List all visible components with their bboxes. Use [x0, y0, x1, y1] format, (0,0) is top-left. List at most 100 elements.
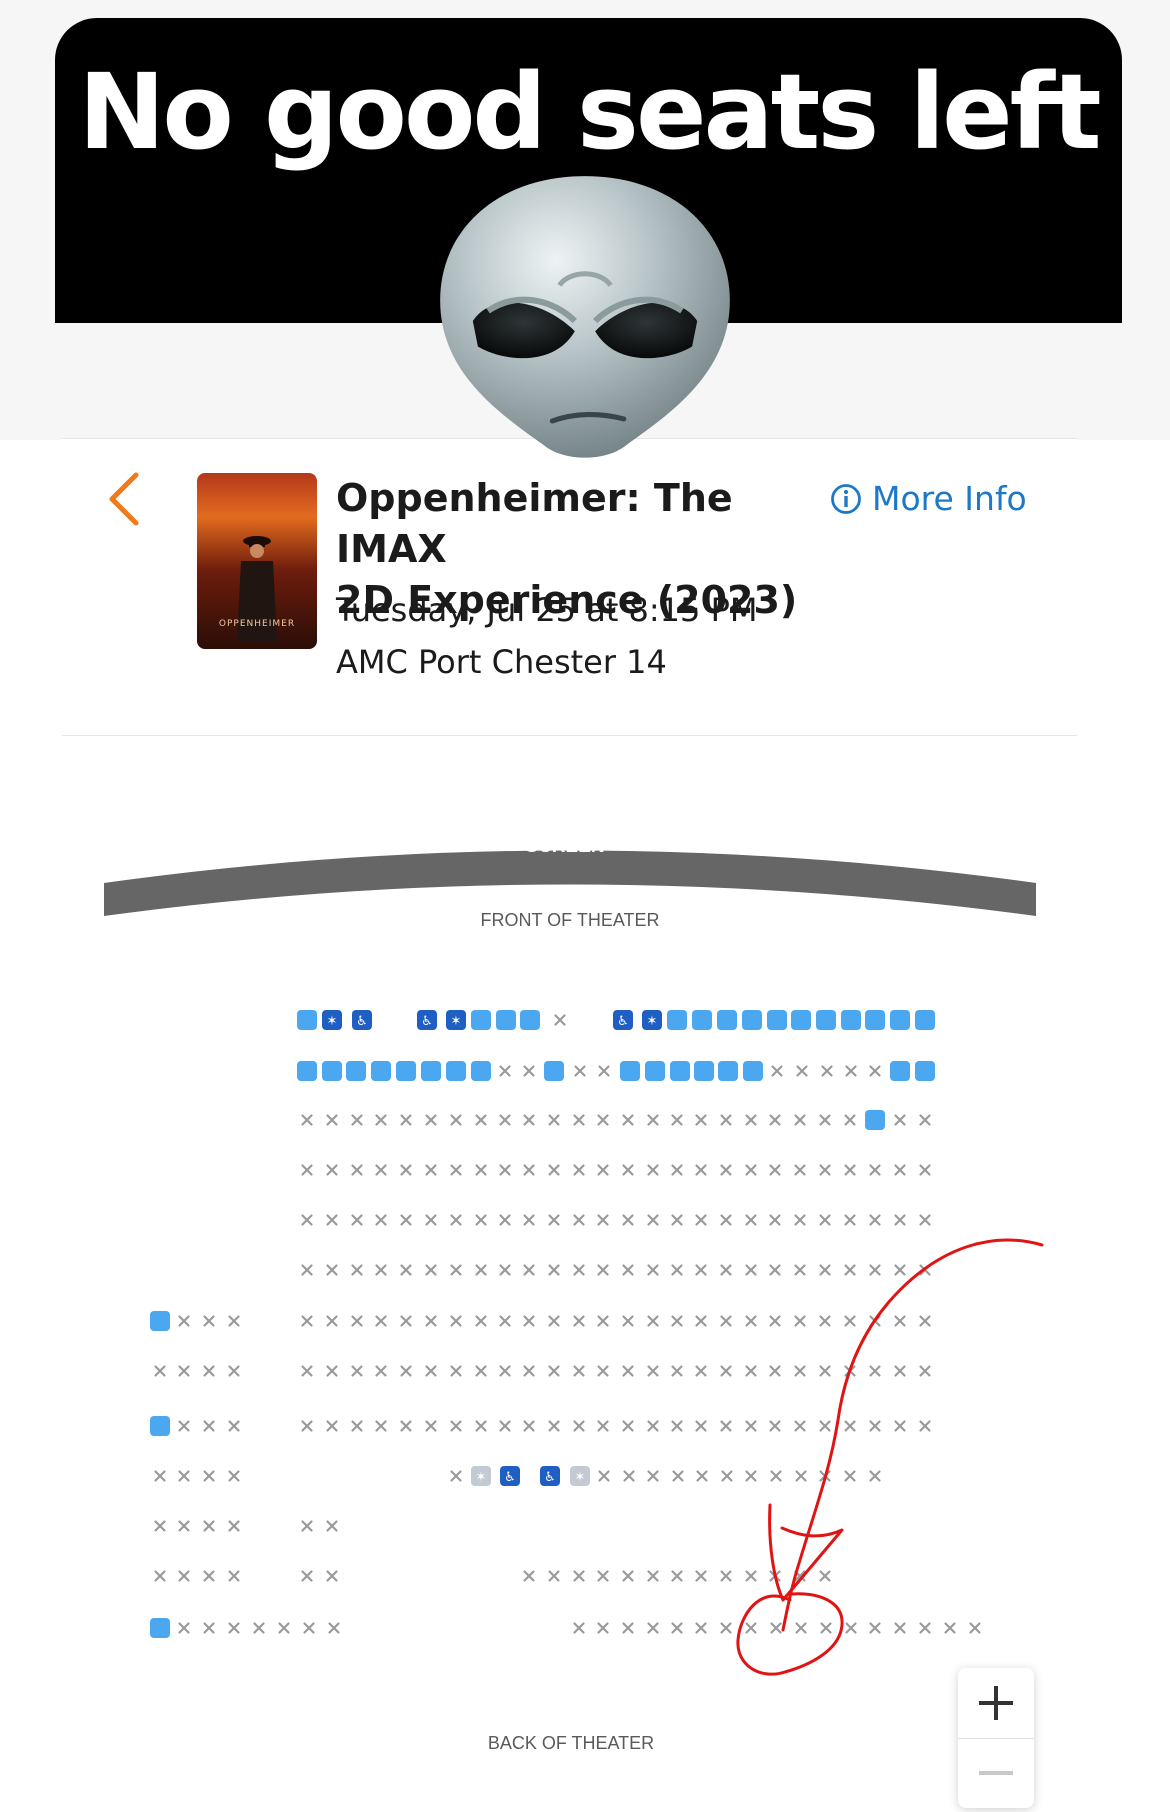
zoom-out-button[interactable]	[958, 1738, 1034, 1808]
seat-taken-icon	[869, 1420, 881, 1432]
seat-taken-icon	[400, 1164, 412, 1176]
seat-available[interactable]	[692, 1010, 712, 1030]
companion-icon: ✶	[476, 1470, 487, 1485]
seat-available[interactable]	[421, 1061, 441, 1081]
seat-available[interactable]	[396, 1061, 416, 1081]
seat-taken-icon	[622, 1164, 634, 1176]
seat-available[interactable]	[346, 1061, 366, 1081]
seat-taken-icon	[647, 1365, 659, 1377]
seat-available[interactable]	[544, 1061, 564, 1081]
seat-taken-icon	[301, 1570, 313, 1582]
seat-available[interactable]	[322, 1061, 342, 1081]
seat-taken-icon	[845, 1622, 857, 1634]
seat-taken-icon	[671, 1264, 683, 1276]
seat-taken-icon	[326, 1315, 338, 1327]
seat-available[interactable]	[150, 1618, 170, 1638]
seat-taken-icon	[597, 1264, 609, 1276]
seat-taken-icon	[671, 1570, 683, 1582]
seat-taken-icon	[672, 1470, 684, 1482]
seat-taken-icon	[326, 1114, 338, 1126]
seat-available[interactable]	[446, 1061, 466, 1081]
seat-taken-icon	[769, 1570, 781, 1582]
seat-available[interactable]	[915, 1010, 935, 1030]
seat-available[interactable]	[890, 1010, 910, 1030]
seat-available[interactable]	[718, 1061, 738, 1081]
seat-taken-icon	[671, 1114, 683, 1126]
seat-row	[301, 1110, 931, 1130]
seat-available[interactable]	[841, 1010, 861, 1030]
seat-taken-icon	[919, 1420, 931, 1432]
seat-available[interactable]	[717, 1010, 737, 1030]
seat-taken-icon	[573, 1114, 585, 1126]
seat-taken-icon	[720, 1365, 732, 1377]
seat-taken-icon	[745, 1470, 757, 1482]
seat-available[interactable]	[520, 1010, 540, 1030]
seat-available[interactable]	[297, 1061, 317, 1081]
seat-taken-icon	[622, 1315, 634, 1327]
seat-taken-icon	[623, 1470, 635, 1482]
seat-taken-icon	[695, 1164, 707, 1176]
seat-taken-icon	[523, 1365, 535, 1377]
seat-taken-icon	[745, 1214, 757, 1226]
seat-taken-icon	[450, 1420, 462, 1432]
seat-taken-icon	[178, 1365, 190, 1377]
seat-taken-icon	[597, 1420, 609, 1432]
seat-available[interactable]	[865, 1110, 885, 1130]
seat-available[interactable]	[620, 1061, 640, 1081]
seat-taken-icon	[178, 1622, 190, 1634]
seat-available[interactable]	[670, 1061, 690, 1081]
seat-available[interactable]	[297, 1010, 317, 1030]
seat-available[interactable]	[915, 1061, 935, 1081]
seat-taken-icon	[178, 1520, 190, 1532]
seat-available[interactable]	[865, 1010, 885, 1030]
seat-available[interactable]	[645, 1061, 665, 1081]
seat-taken-icon	[450, 1315, 462, 1327]
seat-taken-icon	[228, 1420, 240, 1432]
seat-taken-icon	[351, 1315, 363, 1327]
seat-taken-icon	[720, 1622, 732, 1634]
seat-taken-icon	[326, 1214, 338, 1226]
seat-taken-icon	[869, 1264, 881, 1276]
seat-available[interactable]	[742, 1010, 762, 1030]
seat-available[interactable]	[890, 1061, 910, 1081]
seat-available[interactable]	[816, 1010, 836, 1030]
seat-available[interactable]	[791, 1010, 811, 1030]
seat-available[interactable]	[767, 1010, 787, 1030]
seat-taken-icon	[326, 1264, 338, 1276]
seat-taken-icon	[573, 1365, 585, 1377]
seat-taken-icon	[671, 1315, 683, 1327]
zoom-in-button[interactable]	[958, 1668, 1034, 1739]
seat-taken-icon	[647, 1622, 659, 1634]
seat-available[interactable]	[694, 1061, 714, 1081]
seat-row	[154, 1570, 831, 1582]
companion-icon: ✶	[327, 1014, 338, 1029]
seat-taken-icon	[622, 1114, 634, 1126]
seat-available[interactable]	[496, 1010, 516, 1030]
zoom-controls	[958, 1668, 1034, 1808]
seat-taken-icon	[326, 1570, 338, 1582]
seat-taken-icon	[745, 1420, 757, 1432]
seat-taken-icon	[794, 1114, 806, 1126]
seat-taken-icon	[475, 1114, 487, 1126]
seat-taken-icon	[844, 1470, 856, 1482]
seat-taken-icon	[548, 1214, 560, 1226]
seat-taken-icon	[919, 1114, 931, 1126]
seat-available[interactable]	[150, 1311, 170, 1331]
seat-taken-icon	[523, 1264, 535, 1276]
seat-taken-icon	[794, 1365, 806, 1377]
seat-available[interactable]	[371, 1061, 391, 1081]
seat-taken-icon	[548, 1315, 560, 1327]
seat-taken-icon	[573, 1164, 585, 1176]
seat-taken-icon	[450, 1365, 462, 1377]
seat-taken-icon	[671, 1622, 683, 1634]
seat-taken-icon	[622, 1214, 634, 1226]
seat-available[interactable]	[150, 1416, 170, 1436]
seat-available[interactable]	[471, 1010, 491, 1030]
seat-taken-icon	[253, 1622, 265, 1634]
seat-taken-icon	[844, 1315, 856, 1327]
seat-available[interactable]	[667, 1010, 687, 1030]
seat-taken-icon	[894, 1114, 906, 1126]
seat-available[interactable]	[471, 1061, 491, 1081]
seat-available[interactable]	[743, 1061, 763, 1081]
seat-taken-icon	[597, 1570, 609, 1582]
